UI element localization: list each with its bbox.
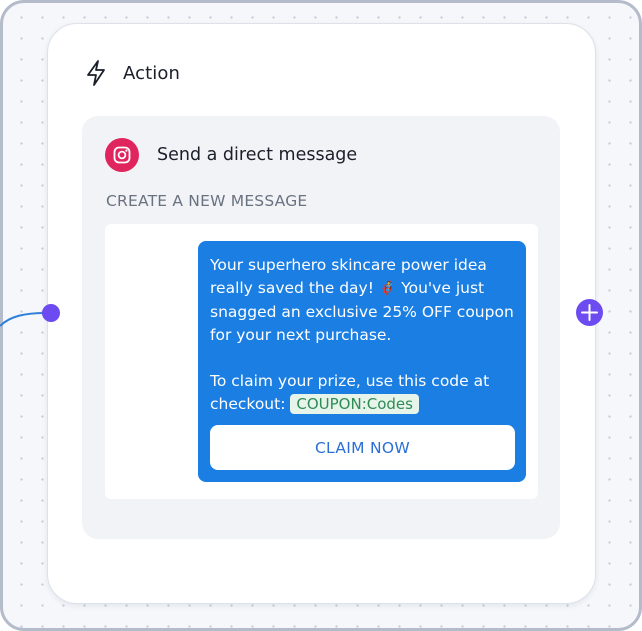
message-text: You've just	[396, 279, 485, 297]
message-line: Your superhero skincare power idea	[210, 256, 487, 274]
card-header: Action	[84, 58, 180, 88]
step-label: Send a direct message	[157, 145, 358, 165]
plus-icon	[581, 304, 598, 321]
message-text: checkout:	[210, 395, 291, 413]
instagram-icon	[105, 138, 139, 172]
section-label: CREATE A NEW MESSAGE	[106, 192, 308, 210]
message-text: really saved the day!	[210, 279, 379, 297]
input-connection-handle[interactable]	[42, 304, 60, 322]
lightning-bolt-icon	[84, 59, 108, 87]
step-header: Send a direct message	[105, 137, 357, 173]
claim-now-button[interactable]: CLAIM NOW	[210, 425, 515, 470]
message-line: checkout: COUPON:Codes	[210, 393, 514, 416]
add-step-button[interactable]	[576, 299, 603, 326]
message-line: for your next purchase.	[210, 326, 392, 344]
message-line: To claim your prize, use this code at	[210, 372, 490, 390]
coupon-code-badge: COUPON:Codes	[290, 394, 419, 414]
message-line: snagged an exclusive 25% OFF coupon	[210, 303, 514, 321]
superhero-emoji-icon: 🦸	[378, 281, 397, 297]
message-line: really saved the day! 🦸 You've just	[210, 277, 514, 301]
card-title: Action	[123, 62, 180, 84]
